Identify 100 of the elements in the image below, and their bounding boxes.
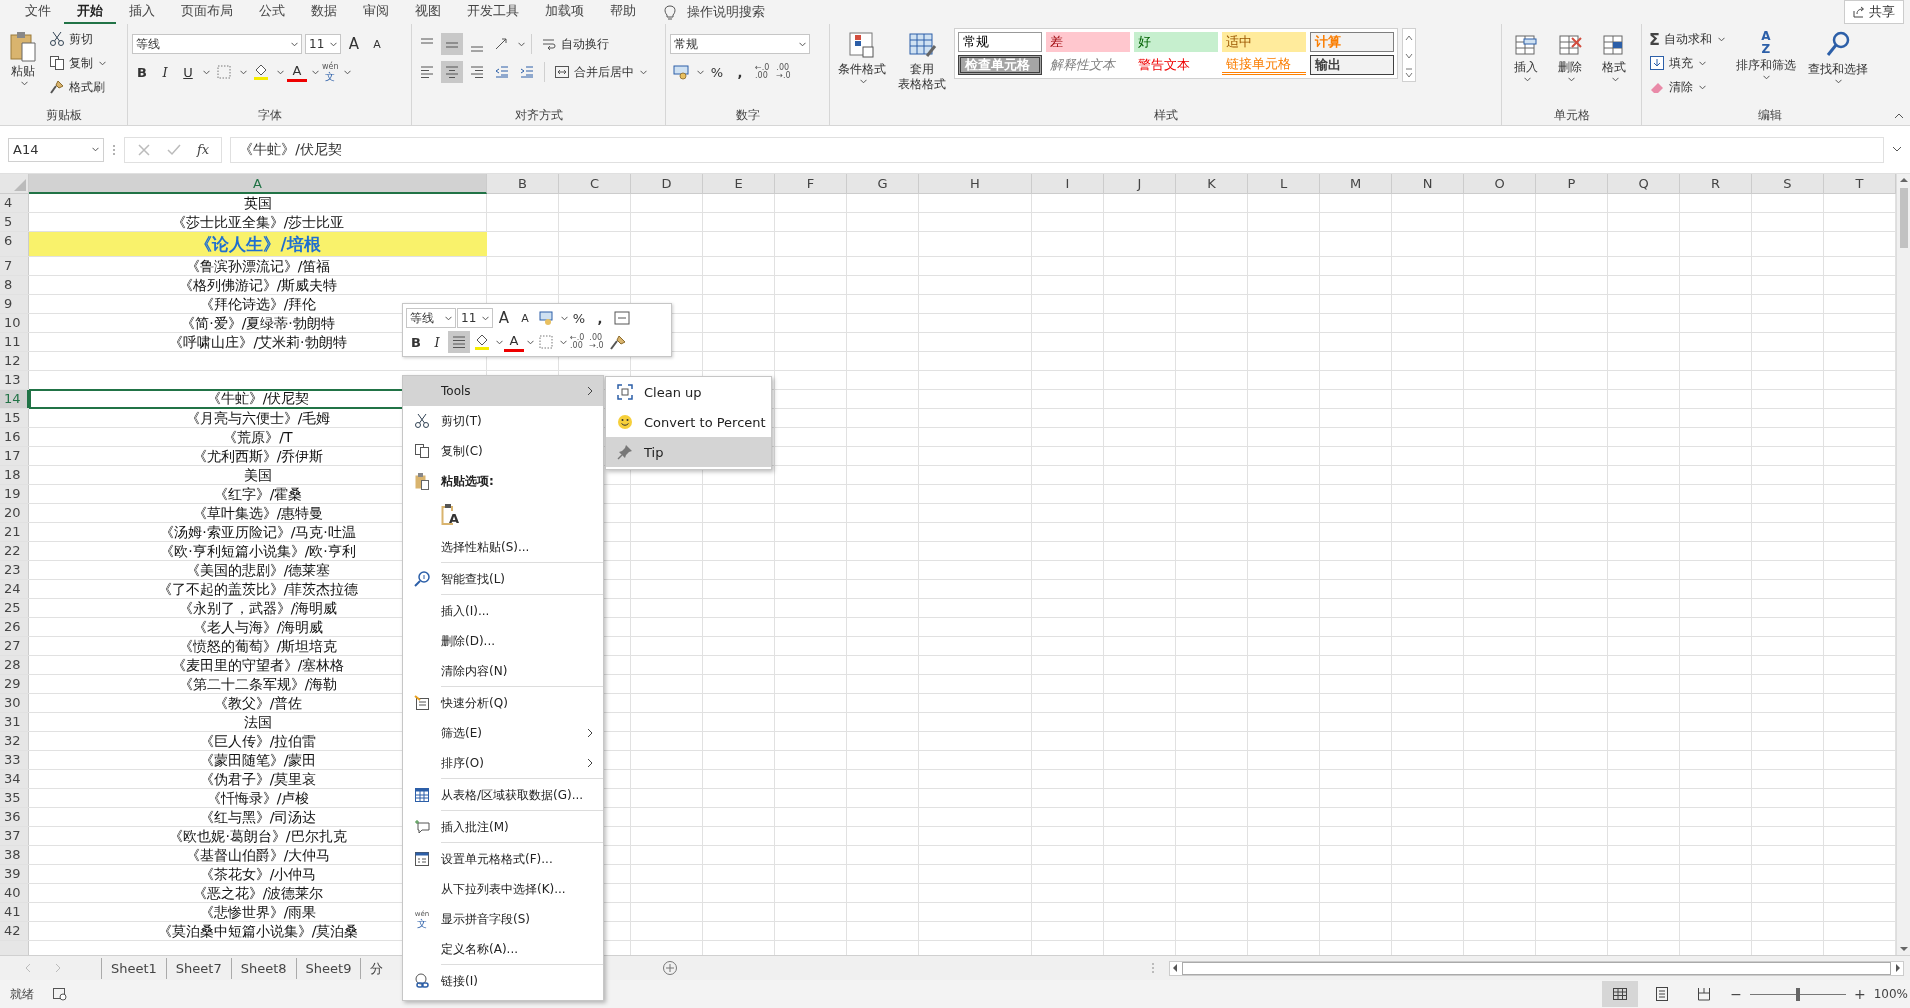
column-header[interactable]: J	[1104, 174, 1176, 194]
menu-item[interactable]: 插入批注(M)	[403, 812, 603, 842]
menu-item[interactable]: 排序(O)	[403, 748, 603, 778]
sheet-tab[interactable]: 分	[360, 957, 393, 979]
horizontal-scrollbar[interactable]	[1169, 960, 1904, 976]
row-header[interactable]: 12	[0, 352, 29, 370]
row-header[interactable]: 5	[0, 213, 29, 231]
cell-style[interactable]: 解释性文本	[1046, 55, 1130, 75]
ribbon-tab[interactable]: 开发工具	[454, 0, 532, 24]
ribbon-tab[interactable]: 审阅	[350, 0, 402, 24]
column-header[interactable]: H	[919, 174, 1032, 194]
comma-button[interactable]: ,	[730, 61, 750, 83]
sheet-tab[interactable]: Sheet8	[230, 957, 296, 979]
expand-icon[interactable]	[1892, 146, 1902, 153]
row-header[interactable]: 42	[0, 922, 29, 940]
cell-style[interactable]: 好	[1134, 32, 1218, 52]
ribbon-tab[interactable]: 公式	[246, 0, 298, 24]
row-header[interactable]: 8	[0, 276, 29, 294]
row-header[interactable]: 34	[0, 770, 29, 788]
column-header[interactable]: O	[1464, 174, 1536, 194]
increase-decimal-button[interactable]: ←.0 .00	[568, 334, 587, 350]
add-sheet-icon[interactable]	[662, 960, 679, 976]
column-header[interactable]: C	[559, 174, 631, 194]
row-header[interactable]: 14	[0, 390, 29, 408]
collapse-ribbon-icon[interactable]	[1894, 112, 1904, 119]
row-header[interactable]: 19	[0, 485, 29, 503]
italic-button[interactable]: I	[427, 331, 447, 353]
row-header[interactable]: 36	[0, 808, 29, 826]
column-header[interactable]: S	[1752, 174, 1824, 194]
menu-item[interactable]: 从下拉列表中选择(K)...	[403, 874, 603, 904]
row-header[interactable]: 25	[0, 599, 29, 617]
row-header[interactable]: 33	[0, 751, 29, 769]
menu-item[interactable]: 删除(D)...	[403, 626, 603, 656]
ribbon-tab[interactable]: 加载项	[532, 0, 597, 24]
row-header[interactable]: 35	[0, 789, 29, 807]
row-header[interactable]: 4	[0, 194, 29, 212]
formula-input[interactable]: 《牛虻》/伏尼契	[230, 136, 1884, 163]
column-header[interactable]: A	[29, 174, 487, 194]
row-header[interactable]: 30	[0, 694, 29, 712]
menu-item[interactable]: 复制(C)	[403, 436, 603, 466]
menu-item[interactable]: Clean up	[606, 377, 771, 407]
insert-function-button[interactable]: fx	[197, 142, 210, 157]
tell-me-search[interactable]: 操作说明搜索	[687, 3, 765, 21]
row-header[interactable]: 21	[0, 523, 29, 541]
font-color-button[interactable]: A	[504, 332, 524, 352]
scroll-down-icon[interactable]	[1898, 945, 1909, 953]
row-header[interactable]: 20	[0, 504, 29, 522]
number-format-dropdown[interactable]: 常规	[670, 34, 810, 54]
ribbon-tab[interactable]: 帮助	[597, 0, 649, 24]
column-header[interactable]: G	[847, 174, 919, 194]
menu-item[interactable]: 定义名称(A)...	[403, 934, 603, 964]
name-box[interactable]: A14	[8, 137, 104, 162]
row-header[interactable]: 23	[0, 561, 29, 579]
checkmark-icon[interactable]	[167, 142, 181, 157]
paste-button[interactable]: 粘贴	[4, 28, 42, 88]
scroll-right-icon[interactable]	[1893, 963, 1903, 973]
row-header[interactable]: 41	[0, 903, 29, 921]
row-header[interactable]: 22	[0, 542, 29, 560]
comma-button[interactable]: ,	[590, 307, 610, 329]
menu-item[interactable]: Tip	[606, 437, 771, 467]
cells-button[interactable]: 删除	[1550, 28, 1590, 84]
row-header[interactable]: 7	[0, 257, 29, 275]
autosum-button[interactable]: Σ 自动求和	[1646, 28, 1728, 50]
sheet-tab[interactable]: Sheet1	[101, 957, 166, 979]
row-header[interactable]: 27	[0, 637, 29, 655]
ribbon-tab[interactable]: 数据	[298, 0, 350, 24]
cut-button[interactable]: 剪切	[46, 28, 109, 50]
menu-item[interactable]: 清除内容(N)	[403, 656, 603, 686]
underline-button[interactable]: U	[178, 61, 198, 83]
row-header[interactable]: 15	[0, 409, 29, 427]
font-color-button[interactable]: A	[287, 62, 307, 82]
menu-item[interactable]: 筛选(E)	[403, 718, 603, 748]
menu-item[interactable]: 快速分析(Q)	[403, 688, 603, 718]
zoom-out-button[interactable]: −	[1730, 986, 1742, 1002]
font-name-dropdown[interactable]: 等线	[132, 34, 302, 54]
scroll-up-icon[interactable]	[1898, 176, 1909, 184]
align-center-icon[interactable]	[448, 331, 470, 353]
font-size-dropdown[interactable]: 11	[305, 34, 341, 54]
scrollbar-thumb[interactable]	[1182, 961, 1891, 975]
cell-style[interactable]: 适中	[1222, 32, 1306, 52]
sheet-tab[interactable]: Sheet9	[295, 957, 361, 979]
ribbon-tab[interactable]: 视图	[402, 0, 454, 24]
menu-item[interactable]: Tools	[403, 376, 603, 406]
column-header[interactable]: M	[1320, 174, 1392, 194]
increase-font-button[interactable]: A	[494, 307, 514, 329]
menu-item[interactable]: 选择性粘贴(S)...	[403, 532, 603, 562]
menu-item[interactable]: 从表格/区域获取数据(G)...	[403, 780, 603, 810]
merge-center-button[interactable]: 合并后居中	[551, 61, 650, 83]
column-header[interactable]: E	[703, 174, 775, 194]
cell-style[interactable]: 差	[1046, 32, 1130, 52]
column-header[interactable]: Q	[1608, 174, 1680, 194]
row-header[interactable]: 16	[0, 428, 29, 446]
zoom-in-button[interactable]: +	[1853, 986, 1866, 1002]
row-header[interactable]: 29	[0, 675, 29, 693]
cells-button[interactable]: 插入	[1506, 28, 1546, 84]
copy-button[interactable]: 复制	[46, 52, 109, 74]
sheet-tab[interactable]: Sheet7	[165, 957, 231, 979]
phonetic-button[interactable]: wén 文	[322, 62, 339, 82]
clear-button[interactable]: 清除	[1646, 76, 1728, 98]
column-header[interactable]: L	[1248, 174, 1320, 194]
